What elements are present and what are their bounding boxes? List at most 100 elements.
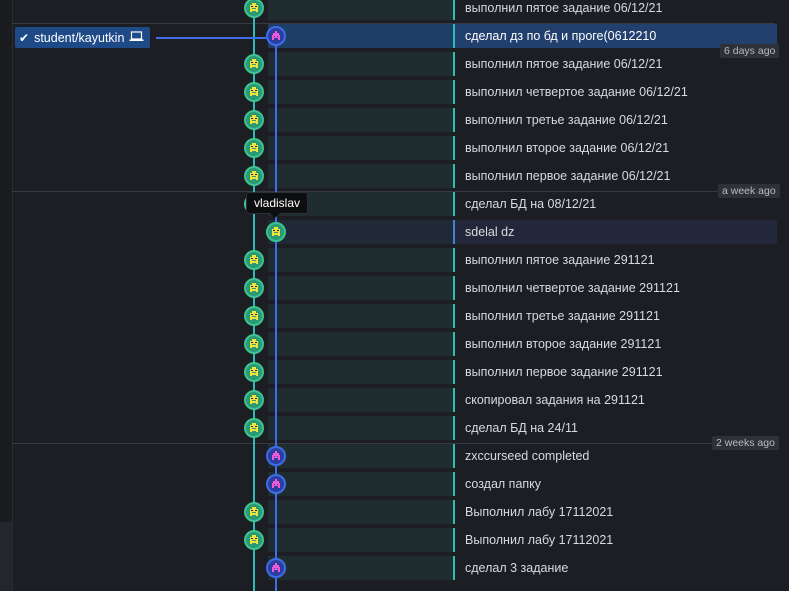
commit-graph-cell xyxy=(268,444,453,468)
commit-graph-cell xyxy=(268,220,453,244)
commit-row[interactable]: выполнил пятое задание 291121 xyxy=(0,246,789,274)
commit-row[interactable]: выполнил второе задание 06/12/21 xyxy=(0,134,789,162)
commit-graph-cell xyxy=(268,304,453,328)
commit-row[interactable]: zxccurseed completed xyxy=(0,442,789,470)
branch-connector-line xyxy=(156,37,266,39)
commit-message: выполнил пятое задание 06/12/21 xyxy=(465,57,663,71)
commit-row[interactable]: sdelal dz xyxy=(0,218,789,246)
commit-message-cell: выполнил пятое задание 291121 xyxy=(453,248,777,272)
commit-message-cell: выполнил пятое задание 06/12/21 xyxy=(453,0,777,20)
commit-graph-cell xyxy=(268,136,453,160)
commit-graph-cell xyxy=(268,80,453,104)
commit-graph-cell xyxy=(268,276,453,300)
commit-row[interactable]: Выполнил лабу 17112021 xyxy=(0,526,789,554)
relative-time-label: 2 weeks ago xyxy=(712,436,779,450)
commit-row[interactable]: выполнил пятое задание 06/12/21 xyxy=(0,0,789,22)
commit-message-cell: выполнил второе задание 06/12/21 xyxy=(453,136,777,160)
author-avatar-icon[interactable] xyxy=(244,362,264,382)
author-avatar-icon[interactable] xyxy=(266,474,286,494)
commit-row[interactable]: создал папку xyxy=(0,470,789,498)
commit-message: сделал БД на 08/12/21 xyxy=(465,197,597,211)
commit-message: сделал дз по бд и проге(0612210 xyxy=(465,29,657,43)
commit-row[interactable]: выполнил второе задание 291121 xyxy=(0,330,789,358)
commit-message-cell: выполнил третье задание 06/12/21 xyxy=(453,108,777,132)
author-avatar-icon[interactable] xyxy=(244,278,264,298)
commit-row[interactable]: выполнил первое задание 06/12/21 xyxy=(0,162,789,190)
commit-message-cell: sdelal dz xyxy=(453,220,777,244)
commit-message-cell: выполнил четвертое задание 291121 xyxy=(453,276,777,300)
author-avatar-icon[interactable] xyxy=(266,222,286,242)
author-avatar-icon[interactable] xyxy=(244,306,264,326)
commit-row[interactable]: выполнил четвертое задание 291121 xyxy=(0,274,789,302)
author-avatar-icon[interactable] xyxy=(244,502,264,522)
commit-graph-cell xyxy=(268,388,453,412)
commit-row[interactable]: выполнил третье задание 06/12/21 xyxy=(0,106,789,134)
commit-message-cell: выполнил четвертое задание 06/12/21 xyxy=(453,80,777,104)
branch-name: student/kayutkin xyxy=(34,30,125,45)
commit-graph-cell xyxy=(268,24,453,48)
commit-graph-cell xyxy=(268,108,453,132)
commit-message: выполнил третье задание 291121 xyxy=(465,309,660,323)
commit-message: создал папку xyxy=(465,477,542,491)
commit-message-cell: Выполнил лабу 17112021 xyxy=(453,500,777,524)
commit-message-cell: сделал 3 задание xyxy=(453,556,777,580)
commit-row[interactable]: выполнил пятое задание 06/12/21 xyxy=(0,50,789,78)
author-avatar-icon[interactable] xyxy=(244,138,264,158)
author-avatar-icon[interactable] xyxy=(266,558,286,578)
commit-message: сделал БД на 24/11 xyxy=(465,421,578,435)
commit-message: выполнил первое задание 06/12/21 xyxy=(465,169,671,183)
commit-message: выполнил третье задание 06/12/21 xyxy=(465,113,668,127)
commit-graph-cell xyxy=(268,52,453,76)
commit-message: сделал 3 задание xyxy=(465,561,569,575)
commit-row[interactable]: выполнил четвертое задание 06/12/21 xyxy=(0,78,789,106)
commit-graph-cell xyxy=(268,416,453,440)
commit-graph-cell xyxy=(268,164,453,188)
branch-label[interactable]: ✔ student/kayutkin xyxy=(15,27,151,48)
branch-lane xyxy=(275,36,277,591)
author-tooltip: vladislav xyxy=(246,192,309,218)
commit-message: zxccurseed completed xyxy=(465,449,590,463)
commit-message-cell: выполнил второе задание 291121 xyxy=(453,332,777,356)
author-avatar-icon[interactable] xyxy=(244,390,264,410)
commit-message-cell: Выполнил лабу 17112021 xyxy=(453,528,777,552)
author-avatar-icon[interactable] xyxy=(244,530,264,550)
author-avatar-icon[interactable] xyxy=(244,54,264,74)
author-avatar-icon[interactable] xyxy=(266,26,286,46)
commit-graph-cell xyxy=(268,500,453,524)
commit-message-cell: выполнил третье задание 291121 xyxy=(453,304,777,328)
author-avatar-icon[interactable] xyxy=(244,250,264,270)
author-avatar-icon[interactable] xyxy=(244,334,264,354)
commit-message: выполнил пятое задание 06/12/21 xyxy=(465,1,663,15)
commit-message-cell: выполнил первое задание 291121 xyxy=(453,360,777,384)
author-avatar-icon[interactable] xyxy=(244,418,264,438)
relative-time-label: 6 days ago xyxy=(720,44,780,58)
commit-row[interactable]: скопировал задания на 291121 xyxy=(0,386,789,414)
commit-row[interactable]: Выполнил лабу 17112021 xyxy=(0,498,789,526)
author-avatar-icon[interactable] xyxy=(266,446,286,466)
commit-message: скопировал задания на 291121 xyxy=(465,393,645,407)
commit-message-cell: скопировал задания на 291121 xyxy=(453,388,777,412)
commit-message-cell: создал папку xyxy=(453,472,777,496)
commit-message: выполнил четвертое задание 291121 xyxy=(465,281,680,295)
author-avatar-icon[interactable] xyxy=(244,166,264,186)
commit-graph: выполнил пятое задание 06/12/21 сделал дз… xyxy=(0,0,789,591)
commit-row[interactable]: выполнил третье задание 291121 xyxy=(0,302,789,330)
commit-graph-cell xyxy=(268,528,453,552)
commit-graph-cell xyxy=(268,248,453,272)
relative-time-label: a week ago xyxy=(718,184,780,198)
commit-row[interactable]: сделал БД на 08/12/21 xyxy=(0,190,789,218)
author-avatar-icon[interactable] xyxy=(244,110,264,130)
commit-message: Выполнил лабу 17112021 xyxy=(465,505,614,519)
commit-graph-cell xyxy=(268,0,453,20)
commit-message: Выполнил лабу 17112021 xyxy=(465,533,614,547)
commit-message: sdelal dz xyxy=(465,225,515,239)
commit-row[interactable]: сделал 3 задание xyxy=(0,554,789,582)
commit-message: выполнил первое задание 291121 xyxy=(465,365,663,379)
author-avatar-icon[interactable] xyxy=(244,82,264,102)
commit-graph-cell xyxy=(268,472,453,496)
commit-row[interactable]: сделал БД на 24/11 xyxy=(0,414,789,442)
checkmark-icon: ✔ xyxy=(19,30,30,45)
commit-message: выполнил пятое задание 291121 xyxy=(465,253,655,267)
commit-message: выполнил второе задание 291121 xyxy=(465,337,662,351)
commit-row[interactable]: выполнил первое задание 291121 xyxy=(0,358,789,386)
